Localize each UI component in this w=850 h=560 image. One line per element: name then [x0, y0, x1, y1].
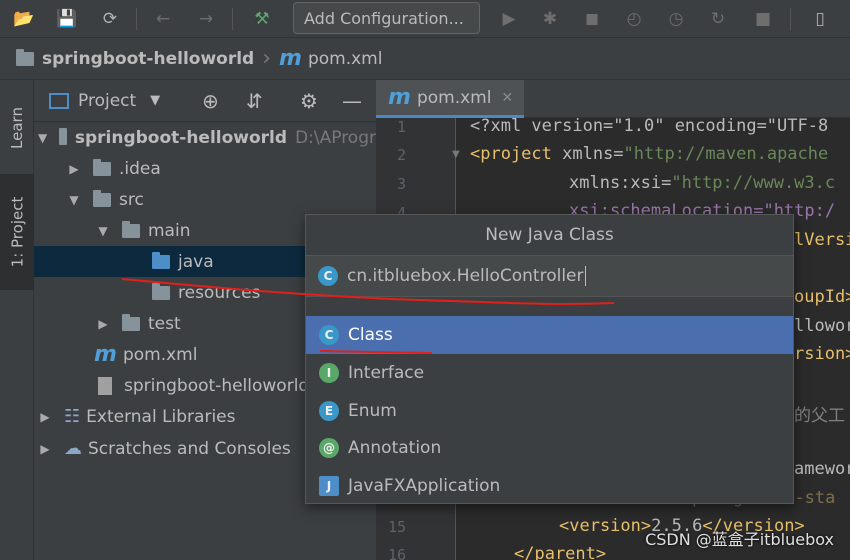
red-underline-java: [121, 278, 615, 305]
red-annotation-marks: [121, 278, 615, 354]
ide-window: 📂 💾 ⟳ ← → ⚒ Add Configuration... ▶ ✱ ◼ ◴…: [0, 0, 850, 560]
watermark: CSDN @蓝盒子itbluebox: [645, 530, 834, 549]
red-underline-class: [319, 350, 433, 354]
